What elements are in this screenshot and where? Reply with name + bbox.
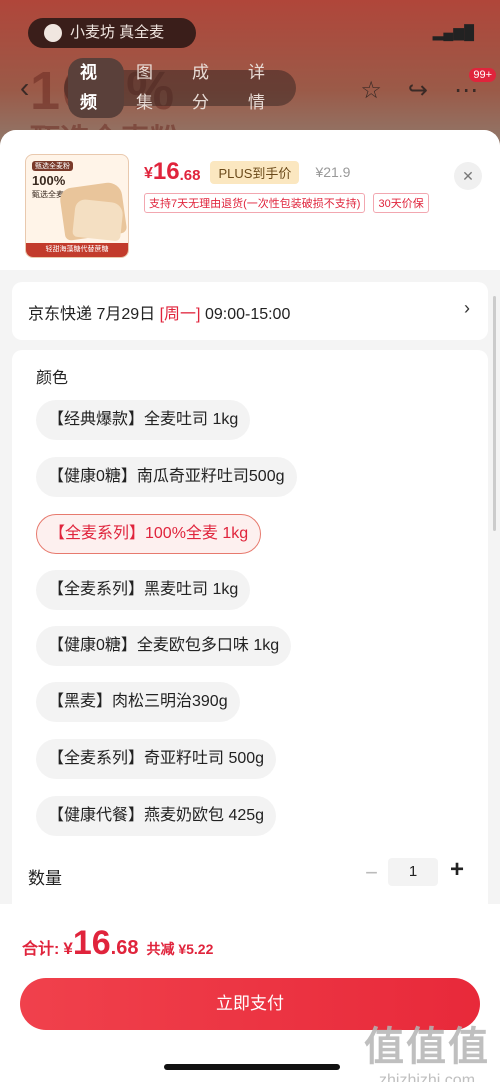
brand-pill: 小麦坊 真全麦 [28,18,196,48]
bread-slice-image [72,198,124,242]
message-badge: 99+ [469,68,496,82]
media-tabs: 视频 图集 成分 详情 [64,58,296,118]
total-price: 合计: ¥ 16 .68 共减 ¥5.22 [22,924,213,963]
option-chip[interactable]: 【经典爆款】全麦吐司 1kg [36,400,251,440]
thumb-tag: 甄选全麦粉 [32,161,73,171]
tab-ingredients[interactable]: 成分 [180,58,236,118]
promo-tags: 支持7天无理由退货(一次性包装破损不支持) 30天价保 [144,193,429,213]
brand-name: 小麦坊 真全麦 [70,24,165,41]
thumb-big-text: 100% [32,173,66,188]
tab-gallery[interactable]: 图集 [124,58,180,118]
total-integer: 16 [72,924,111,962]
share-icon[interactable]: ↪ [408,76,428,105]
price-row: ¥ 16 .68 PLUS到手价 ¥21.9 [144,158,350,186]
total-decimal: .68 [110,937,139,959]
sheet-header: 甄选全麦粉 100% 甄选全麦粉 轻甜海藻糖代替蔗糖 ¥ 16 .68 PLUS… [0,130,500,270]
site-watermark: 值值值 zhizhizhi.com [364,1014,490,1082]
signal-icon: ▂▄▆█ [432,24,474,40]
delivery-text: 京东快递 7月29日 [周一] 09:00-15:00 [28,300,290,324]
original-price: ¥21.9 [315,164,351,180]
quantity-label: 数量 [28,869,62,888]
watermark-url: zhizhizhi.com [378,1072,476,1082]
tab-details[interactable]: 详情 [236,58,292,118]
total-label: 合计: [22,941,60,958]
delivery-carrier-date: 京东快递 7月29日 [28,306,160,323]
return-policy-tag: 支持7天无理由退货(一次性包装破损不支持) [144,193,366,213]
tab-video[interactable]: 视频 [68,58,124,118]
scrollbar[interactable] [493,296,496,531]
home-indicator [164,1064,340,1070]
price-currency: ¥ [144,165,153,182]
color-options: 颜色 【经典爆款】全麦吐司 1kg 【健康0糖】南瓜奇亚籽吐司500g 【全麦系… [12,350,488,910]
option-chip[interactable]: 【健康代餐】燕麦奶欧包 425g [36,796,277,836]
favorite-star-icon[interactable]: ☆ [360,76,382,105]
thumb-bottom-bar: 轻甜海藻糖代替蔗糖 [26,243,128,257]
product-page-background: 小麦坊 真全麦 ▂▄▆█ 100% 甄选全麦粉 ‹ 视频 图集 成分 详情 ☆ … [0,0,500,150]
options-title: 颜色 [36,370,69,387]
sku-selection-sheet: 甄选全麦粉 100% 甄选全麦粉 轻甜海藻糖代替蔗糖 ¥ 16 .68 PLUS… [0,130,500,1082]
watermark-logo: 值值值 [364,1025,490,1069]
option-chip-selected[interactable]: 【全麦系列】100%全麦 1kg [36,514,262,554]
close-button[interactable]: ✕ [454,162,482,190]
price-integer: 16 [152,158,180,185]
option-chip[interactable]: 【健康0糖】南瓜奇亚籽吐司500g [36,457,297,497]
total-saving: 共减 ¥5.22 [146,941,214,957]
checkout-footer: 合计: ¥ 16 .68 共减 ¥5.22 立即支付 值值值 zhizhizhi… [0,904,500,1082]
brand-logo-icon [44,24,62,43]
decrement-button[interactable]: − [365,860,378,886]
product-thumbnail[interactable]: 甄选全麦粉 100% 甄选全麦粉 轻甜海藻糖代替蔗糖 [25,154,129,258]
quantity-row: 数量 − 1 + [12,850,488,906]
delivery-time: 09:00-15:00 [200,306,291,323]
increment-button[interactable]: + [450,856,464,884]
option-chip[interactable]: 【全麦系列】黑麦吐司 1kg [36,570,251,610]
total-currency: ¥ [63,939,73,958]
option-chip[interactable]: 【全麦系列】奇亚籽吐司 500g [36,739,277,779]
top-actions: ☆ ↪ ⋯ [360,76,478,105]
quantity-input[interactable]: 1 [388,858,438,886]
option-chip[interactable]: 【黑麦】肉松三明治390g [36,682,240,722]
option-chip[interactable]: 【健康0糖】全麦欧包多口味 1kg [36,626,292,666]
price-protection-tag: 30天价保 [373,193,429,213]
back-arrow-icon[interactable]: ‹ [20,72,29,104]
price-decimal: .68 [179,166,201,184]
plus-price-tag: PLUS到手价 [210,160,300,184]
chevron-right-icon: › [464,298,470,318]
delivery-row[interactable]: 京东快递 7月29日 [周一] 09:00-15:00 › [12,282,488,340]
delivery-weekday: [周一] [159,306,201,323]
